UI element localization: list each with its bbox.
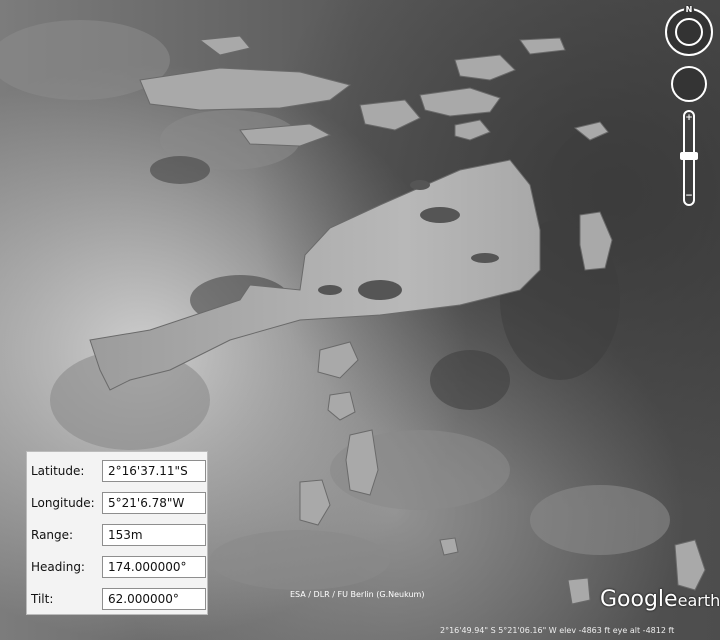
longitude-label: Longitude:	[31, 496, 95, 510]
move-ring-icon[interactable]	[671, 66, 707, 102]
logo-earth-text: earth	[677, 591, 720, 610]
range-row: Range: 153m	[27, 524, 209, 548]
longitude-field[interactable]: 5°21'6.78"W	[102, 492, 206, 514]
logo-google-text: Google	[600, 587, 678, 612]
tilt-field[interactable]: 62.000000°	[102, 588, 206, 610]
look-ring-icon[interactable]	[665, 8, 713, 56]
heading-label: Heading:	[31, 560, 85, 574]
latitude-label: Latitude:	[31, 464, 85, 478]
north-indicator[interactable]: N	[684, 5, 694, 15]
heading-field[interactable]: 174.000000°	[102, 556, 206, 578]
earth-3d-viewport[interactable]: N + − Latitude: 2°16'37.11"S Longitude: …	[0, 0, 720, 640]
latitude-field[interactable]: 2°16'37.11"S	[102, 460, 206, 482]
zoom-out-button[interactable]: −	[685, 192, 693, 201]
tilt-row: Tilt: 62.000000°	[27, 588, 209, 612]
imagery-credit: ESA / DLR / FU Berlin (G.Neukum)	[290, 590, 425, 599]
navigation-controls: N + −	[663, 4, 717, 210]
status-bar: 2°16'49.94" S 5°21'06.16" W elev -4863 f…	[0, 623, 720, 640]
zoom-in-button[interactable]: +	[685, 114, 693, 123]
range-label: Range:	[31, 528, 74, 542]
tilt-label: Tilt:	[31, 592, 54, 606]
google-earth-logo: Googleearth	[600, 587, 720, 612]
status-bar-text: 2°16'49.94" S 5°21'06.16" W elev -4863 f…	[440, 626, 675, 635]
latitude-row: Latitude: 2°16'37.11"S	[27, 460, 209, 484]
heading-row: Heading: 174.000000°	[27, 556, 209, 580]
longitude-row: Longitude: 5°21'6.78"W	[27, 492, 209, 516]
coordinates-panel: Latitude: 2°16'37.11"S Longitude: 5°21'6…	[26, 451, 208, 615]
zoom-slider-icon[interactable]	[680, 152, 698, 160]
range-field[interactable]: 153m	[102, 524, 206, 546]
